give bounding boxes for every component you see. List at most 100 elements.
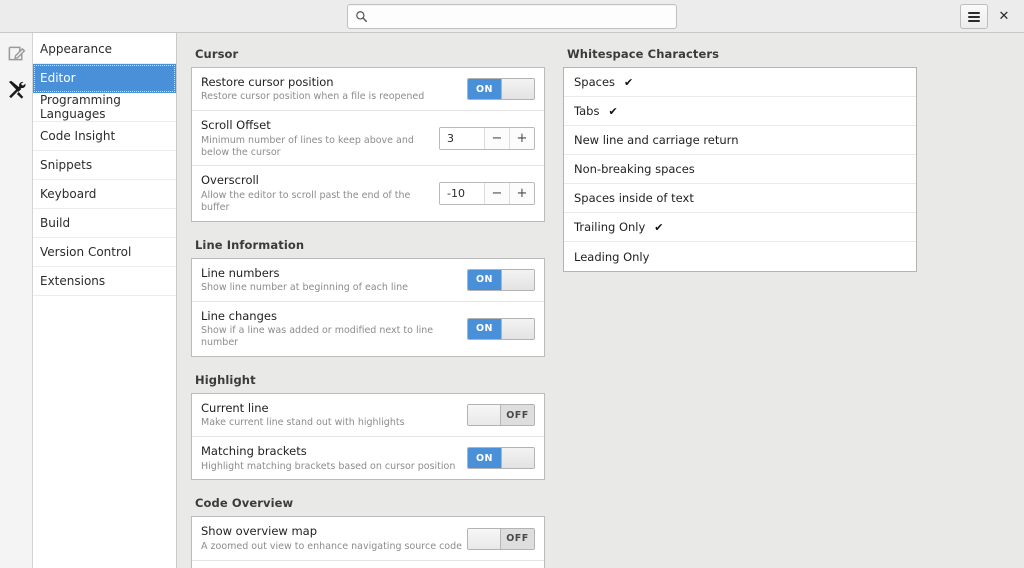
sidebar-item-label: Extensions	[40, 274, 106, 288]
toggle-knob	[501, 79, 534, 100]
toggle-knob	[501, 269, 534, 290]
sidebar-item-label: Build	[40, 216, 71, 230]
sidebar-item-snippets[interactable]: Snippets	[33, 151, 176, 180]
settings-content: Cursor Restore cursor position Restore c…	[177, 33, 1024, 568]
whitespace-item-label: Spaces inside of text	[574, 191, 694, 205]
toggle-matching-brackets[interactable]: ON	[467, 447, 535, 470]
setting-description: Allow the editor to scroll past the end …	[201, 189, 411, 213]
hamburger-icon	[968, 10, 980, 24]
whitespace-item-label: New line and carriage return	[574, 133, 739, 147]
spinner-increment-button[interactable]: +	[509, 127, 534, 149]
whitespace-item-label: Leading Only	[574, 249, 650, 264]
cursor-settings-card: Restore cursor position Restore cursor p…	[191, 67, 545, 222]
sidebar-item-label: Version Control	[40, 245, 132, 259]
sidebar-item-label: Snippets	[40, 158, 93, 172]
whitespace-item-new-line-and-carriage-return[interactable]: New line and carriage return	[564, 126, 916, 155]
sidebar-item-label: Appearance	[40, 42, 113, 56]
settings-column-left: Cursor Restore cursor position Restore c…	[191, 47, 545, 568]
toggle-state-label: OFF	[501, 528, 534, 549]
header-right-controls: ✕	[960, 0, 1018, 33]
close-window-button[interactable]: ✕	[990, 4, 1018, 29]
group-title-cursor: Cursor	[195, 47, 239, 61]
setting-description: A zoomed out view to enhance navigating …	[201, 540, 462, 552]
sidebar-item-label: Programming Languages	[40, 93, 121, 121]
spinner-scroll-offset[interactable]: 3 − +	[439, 126, 535, 150]
whitespace-characters-list: Spaces ✔ Tabs ✔ New line and carriage re…	[563, 67, 917, 272]
group-title-line-information: Line Information	[195, 237, 305, 252]
sidebar-item-appearance[interactable]: Appearance	[33, 35, 176, 64]
group-title-code-overview: Code Overview	[195, 496, 294, 511]
sidebar-item-version-control[interactable]: Version Control	[33, 238, 176, 267]
toggle-state-label: OFF	[501, 405, 534, 425]
edit-document-icon[interactable]	[2, 39, 30, 67]
row-texts: Line numbers Show line number at beginni…	[201, 266, 467, 294]
toggle-line-numbers[interactable]: ON	[467, 268, 535, 291]
sidebar-item-keyboard[interactable]: Keyboard	[33, 180, 176, 209]
settings-category-sidebar: Appearance Editor Programming Languages …	[33, 33, 177, 568]
group-title-highlight: Highlight	[195, 372, 256, 387]
search-icon	[355, 10, 368, 23]
setting-label: Line numbers	[201, 265, 280, 280]
search-input[interactable]	[368, 5, 669, 28]
code-overview-card: Show overview map A zoomed out view to e…	[191, 516, 545, 568]
whitespace-item-non-breaking-spaces[interactable]: Non-breaking spaces	[564, 155, 916, 184]
whitespace-item-spaces-inside-of-text[interactable]: Spaces inside of text	[564, 184, 916, 213]
whitespace-item-label: Tabs	[574, 104, 600, 118]
row-texts: Matching brackets Highlight matching bra…	[201, 444, 467, 472]
spinner-increment-button[interactable]: +	[509, 182, 534, 204]
row-texts: Overscroll Allow the editor to scroll pa…	[201, 173, 439, 213]
sidebar-item-label: Editor	[40, 71, 76, 85]
row-texts: Restore cursor position Restore cursor p…	[201, 75, 467, 103]
toggle-restore-cursor-position[interactable]: ON	[467, 78, 535, 101]
row-texts: Line changes Show if a line was added or…	[201, 309, 467, 349]
setting-label: Scroll Offset	[201, 118, 271, 133]
sidebar-item-code-insight[interactable]: Code Insight	[33, 122, 176, 151]
setting-row-overscroll: Overscroll Allow the editor to scroll pa…	[192, 166, 544, 220]
search-box[interactable]	[347, 4, 677, 29]
tools-icon[interactable]	[2, 75, 30, 103]
setting-description: Minimum number of lines to keep above an…	[201, 134, 414, 158]
checkmark-icon: ✔	[654, 220, 664, 234]
whitespace-item-leading-only[interactable]: Leading Only	[564, 242, 916, 271]
toggle-show-overview-map[interactable]: OFF	[467, 527, 535, 550]
whitespace-item-label: Spaces	[574, 75, 616, 89]
setting-description: Highlight matching brackets based on cur…	[201, 460, 456, 472]
sidebar-item-programming-languages[interactable]: Programming Languages	[33, 93, 176, 122]
toggle-state-label: ON	[468, 318, 501, 339]
whitespace-item-label: Trailing Only	[574, 220, 646, 234]
window-body: Appearance Editor Programming Languages …	[0, 33, 1024, 568]
checkmark-icon: ✔	[624, 75, 634, 89]
toggle-knob	[468, 405, 501, 425]
setting-label: Show overview map	[201, 524, 318, 539]
spinner-value[interactable]: 3	[440, 127, 484, 149]
setting-row-line-numbers: Line numbers Show line number at beginni…	[192, 259, 544, 302]
spinner-overscroll[interactable]: -10 − +	[439, 181, 535, 205]
whitespace-item-label: Non-breaking spaces	[574, 162, 695, 176]
setting-row-current-line: Current line Make current line stand out…	[192, 394, 544, 438]
whitespace-item-spaces[interactable]: Spaces ✔	[564, 68, 916, 97]
whitespace-item-trailing-only[interactable]: Trailing Only ✔	[564, 213, 916, 242]
toggle-state-label: ON	[468, 79, 501, 100]
toggle-state-label: ON	[468, 448, 501, 469]
sidebar-item-editor[interactable]: Editor	[33, 64, 176, 93]
row-texts: Scroll Offset Minimum number of lines to…	[201, 118, 439, 158]
spinner-decrement-button[interactable]: −	[484, 127, 509, 149]
toggle-knob	[468, 528, 501, 549]
setting-description: Restore cursor position when a file is r…	[201, 91, 425, 103]
setting-label: Current line	[201, 400, 269, 415]
toggle-line-changes[interactable]: ON	[467, 317, 535, 340]
spinner-decrement-button[interactable]: −	[484, 182, 509, 204]
spinner-value[interactable]: -10	[440, 182, 484, 204]
setting-row-auto-hide-overview-map: Automatically hide overview map Automati…	[192, 561, 544, 568]
setting-label: Overscroll	[201, 173, 259, 188]
sidebar-item-extensions[interactable]: Extensions	[33, 267, 176, 296]
line-information-card: Line numbers Show line number at beginni…	[191, 257, 545, 357]
sidebar-item-build[interactable]: Build	[33, 209, 176, 238]
whitespace-item-tabs[interactable]: Tabs ✔	[564, 97, 916, 126]
setting-description: Show if a line was added or modified nex…	[201, 325, 434, 348]
setting-row-show-overview-map: Show overview map A zoomed out view to e…	[192, 517, 544, 561]
hamburger-menu-button[interactable]	[960, 4, 988, 29]
toggle-current-line[interactable]: OFF	[467, 404, 535, 426]
setting-description: Make current line stand out with highlig…	[201, 417, 405, 429]
toggle-state-label: ON	[468, 269, 501, 290]
